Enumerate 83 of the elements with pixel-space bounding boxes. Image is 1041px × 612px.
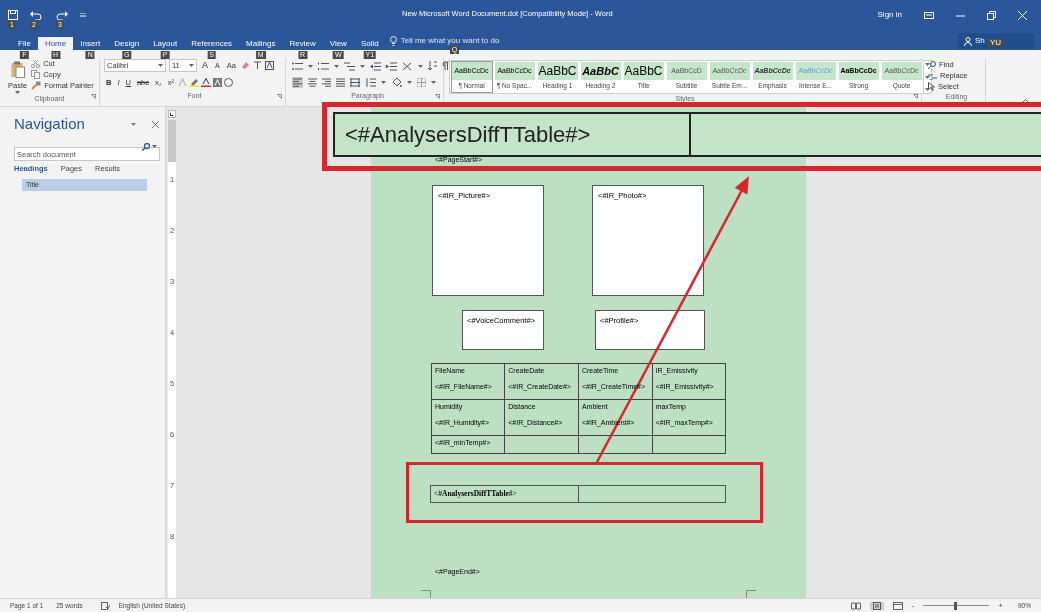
ribbon-tab[interactable]: Insert [73,37,108,50]
clipboard-icon[interactable] [10,61,25,78]
numbering-icon[interactable] [318,61,329,71]
lightbulb-icon[interactable] [389,36,397,46]
callout-text: <#AnalysersDiffTTable#> [345,121,591,149]
caret-icon[interactable] [334,64,339,68]
ribbon-tab[interactable]: Mailings [239,37,283,50]
dropdown-icon[interactable] [131,122,136,126]
dialog-launcher-icon[interactable] [913,94,918,99]
caret-icon[interactable] [189,64,194,68]
customize-icon[interactable] [80,12,86,18]
caret-icon[interactable] [925,75,930,79]
font-color-icon[interactable] [200,77,211,87]
ribbon-tab[interactable]: File [11,37,38,50]
line-spacing-icon[interactable] [365,78,376,87]
ribbon-tab[interactable]: References [184,37,240,50]
zoom-slider[interactable] [923,601,990,610]
caret-icon[interactable] [308,64,313,68]
collapse-ribbon-icon[interactable] [1022,99,1029,103]
undo-icon[interactable] [30,10,44,20]
borders-icon[interactable] [417,78,426,87]
restore-icon[interactable] [987,10,996,20]
search-icon[interactable] [928,60,936,69]
ribbon-tab[interactable]: Review [282,37,323,50]
bullets-icon[interactable] [292,61,303,71]
dialog-launcher-icon[interactable] [277,94,282,99]
shading-icon[interactable] [212,77,222,87]
align-right-icon[interactable] [322,78,331,87]
caret-icon[interactable] [158,64,163,68]
ribbon-tab[interactable]: Layout [146,37,185,50]
multilevel-list-icon[interactable] [344,61,355,71]
distributed-icon[interactable] [350,78,360,87]
print-layout-icon[interactable] [871,601,882,610]
search-icon[interactable] [142,142,150,151]
save-icon[interactable] [8,10,18,20]
pilcrow-icon[interactable] [442,61,449,71]
character-border-icon[interactable] [264,61,274,71]
phonetic-guide-icon[interactable] [252,61,262,71]
caret-icon[interactable] [418,64,423,68]
caret-icon[interactable] [431,81,436,84]
tab-selector-icon[interactable] [168,110,176,118]
close-icon[interactable] [152,120,159,128]
paintbrush-icon[interactable] [31,81,42,90]
ribbon-display-icon[interactable] [924,11,934,19]
align-center-icon[interactable] [308,78,317,87]
proofing-icon[interactable] [100,601,110,610]
enclosed-character-icon[interactable] [223,77,233,87]
redo-icon[interactable] [56,10,68,20]
pointer-icon[interactable] [928,82,935,91]
justify-icon[interactable] [336,78,345,87]
caret-icon[interactable] [15,91,21,95]
sign-in-link[interactable]: Sign in [877,9,902,21]
decrease-indent-icon[interactable] [370,61,381,71]
share-button[interactable]: Sh YU [958,33,1034,49]
read-mode-icon[interactable] [850,601,861,610]
format-button[interactable]: A [200,59,210,73]
sort-icon[interactable] [428,61,437,71]
dialog-launcher-icon[interactable] [435,94,440,99]
caret-icon[interactable] [407,81,412,84]
caret-icon[interactable] [925,88,930,91]
pane-title: Navigation [14,114,85,134]
zoom-out-button[interactable]: - [911,599,915,612]
caret-icon[interactable] [381,81,386,84]
tell-me-field[interactable]: Tell me what you want to do [400,35,500,47]
caret-icon[interactable] [360,64,365,68]
scissors-icon[interactable] [31,59,41,68]
dialog-launcher-icon[interactable] [91,94,96,99]
paint-bucket-icon[interactable] [391,77,402,88]
ribbon-tab[interactable]: Solid [353,37,386,50]
keytip: YU [988,39,1004,47]
ribbon-tab[interactable]: Home [37,37,74,50]
zoom-in-button[interactable]: + [998,599,1003,612]
increase-indent-icon[interactable] [386,61,397,71]
caret-icon[interactable] [925,63,930,66]
web-layout-icon[interactable] [892,601,903,610]
ribbon-tab[interactable]: Design [107,37,147,50]
highlighter-icon[interactable] [188,77,199,87]
align-left-icon[interactable] [293,78,302,87]
replace-icon[interactable] [928,71,937,80]
copy-icon[interactable] [31,70,41,79]
person-icon[interactable] [964,36,972,46]
ribbon-tab[interactable]: View [322,37,354,50]
asian-layout-icon[interactable] [402,61,413,71]
